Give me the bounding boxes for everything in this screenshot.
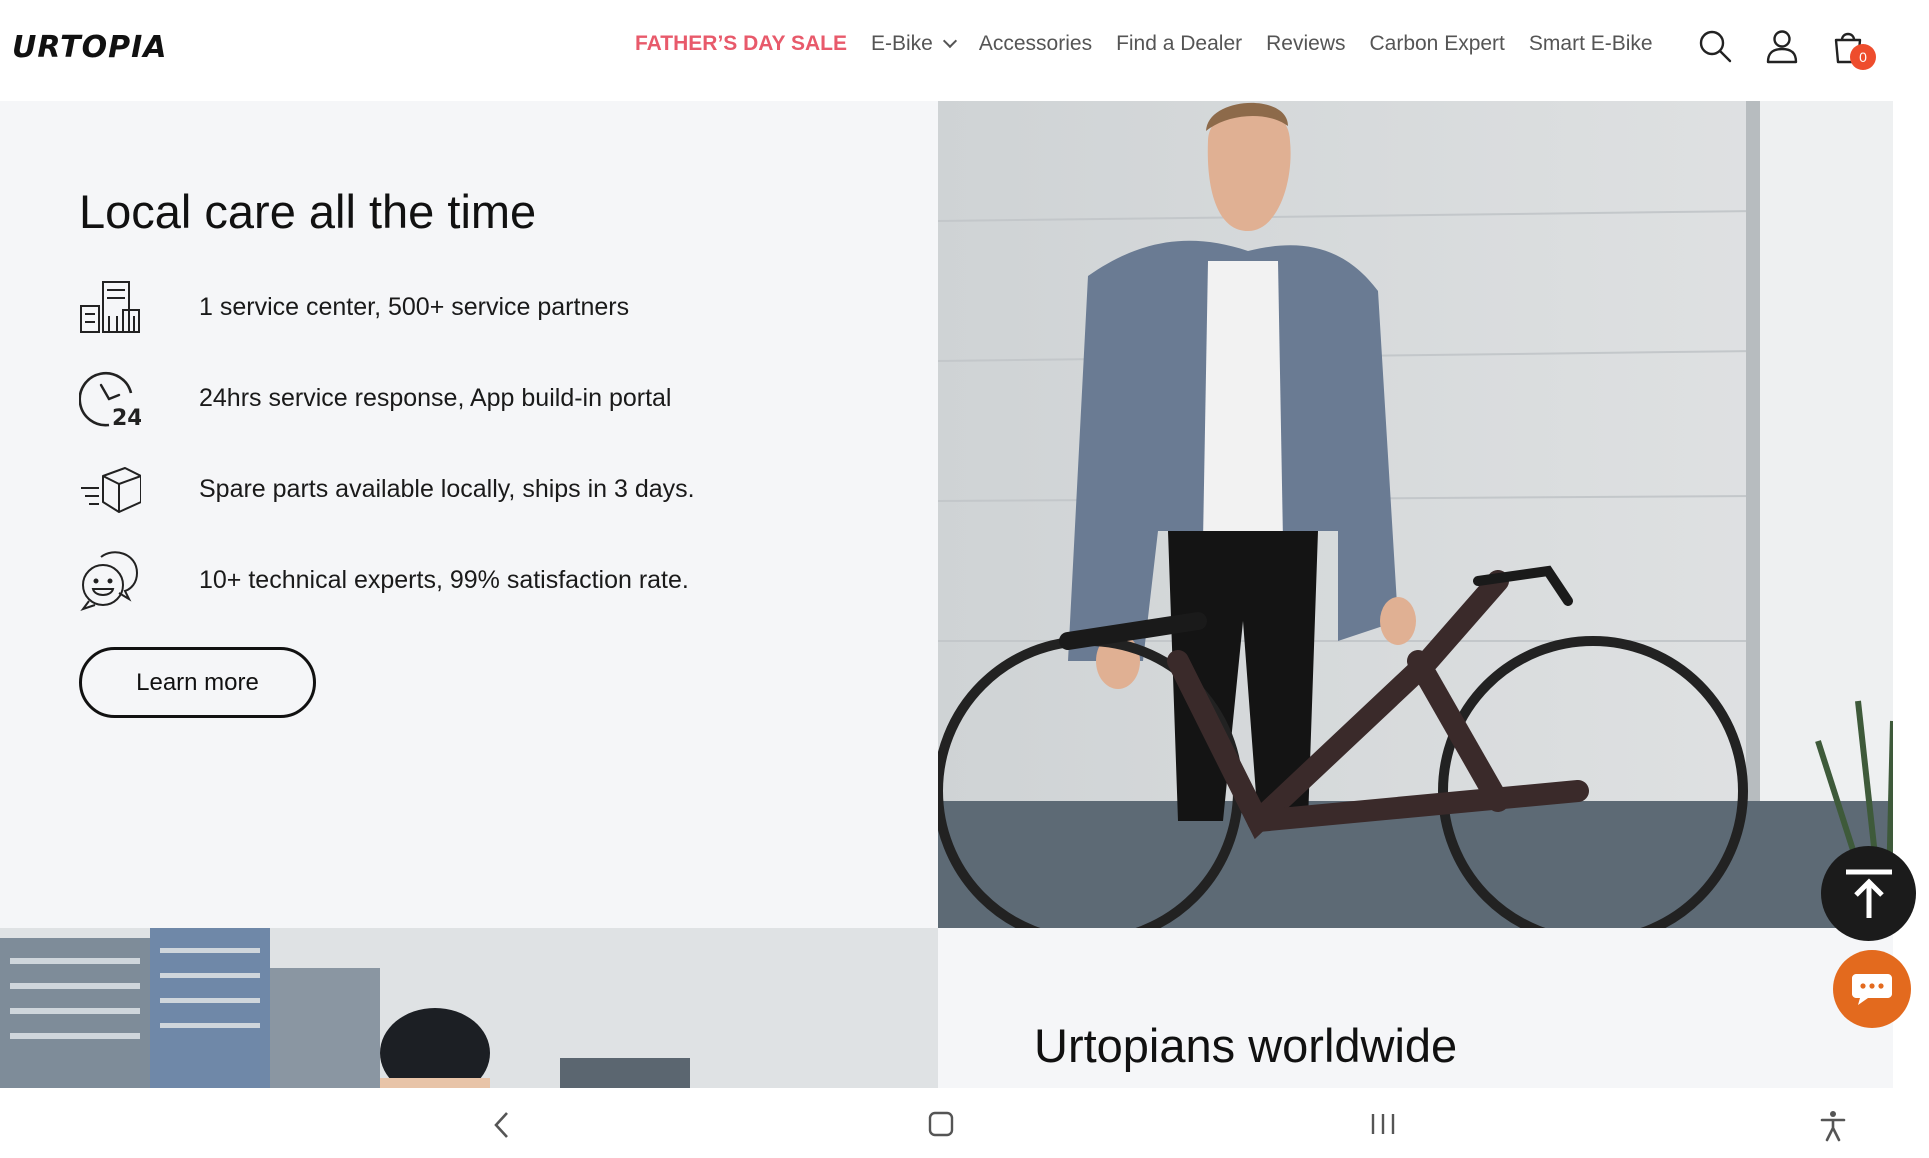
back-icon[interactable] [492,1110,512,1140]
nav-item-e-bike[interactable]: E-Bike [871,32,957,56]
feature-item: 1 service center, 500+ service partners [79,276,629,338]
site-header: URTOPIA FATHER’S DAY SALE E-Bike Accesso… [0,0,1929,101]
home-icon[interactable] [928,1110,954,1138]
feature-text: 10+ technical experts, 99% satisfaction … [199,565,689,594]
nav-item-smart-e-bike[interactable]: Smart E-Bike [1529,32,1653,56]
feature-text: 24hrs service response, App build-in por… [199,383,672,412]
nav-label: FATHER’S DAY SALE [635,32,847,55]
chat-bubble-icon [1852,974,1892,1005]
arrow-to-top-icon [1845,869,1892,918]
feature-text: 1 service center, 500+ service partners [199,292,630,321]
nav-label: Smart E-Bike [1528,32,1653,55]
learn-more-button[interactable]: Learn more [79,647,316,718]
nav-item-carbon-expert[interactable]: Carbon Expert [1369,32,1504,56]
nav-label: Carbon Expert [1369,32,1505,55]
nav-label: Reviews [1266,32,1346,55]
feature-item: 10+ technical experts, 99% satisfaction … [79,549,689,611]
nav-item-find-dealer[interactable]: Find a Dealer [1116,32,1242,56]
clock-24-icon: 24 [79,371,141,429]
accessibility-icon[interactable] [1820,1110,1846,1142]
recents-icon[interactable] [1370,1110,1396,1138]
service-buildings-icon [80,281,140,333]
chat-button[interactable] [1833,950,1911,1028]
city-rider-image [0,928,938,1088]
search-icon[interactable] [1697,28,1733,64]
section-title: Urtopians worldwide [1034,1019,1458,1072]
feature-item: 24 24hrs service response, App build-in … [79,367,672,429]
section-title: Local care all the time [79,185,537,238]
nav-item-fathers-day-sale[interactable]: FATHER’S DAY SALE [635,32,847,56]
main-nav: FATHER’S DAY SALE E-Bike Accessories Fin… [635,32,1677,56]
nav-label: E-Bike [871,32,933,55]
svg-text:24: 24 [112,406,141,429]
account-icon[interactable] [1764,28,1800,64]
nav-label: Accessories [978,32,1093,55]
back-to-top-button[interactable] [1821,846,1916,941]
shipping-box-icon [81,467,141,513]
feature-text: Spare parts available locally, ships in … [199,474,695,503]
hero-image-man-with-ebike [938,101,1893,928]
experts-chat-icon [80,551,139,611]
chevron-down-icon [942,33,957,49]
cart-count-badge: 0 [1850,44,1876,70]
brand-logo[interactable]: URTOPIA [12,30,167,65]
system-nav-bar [0,1088,1929,1158]
nav-item-accessories[interactable]: Accessories [979,32,1092,56]
nav-label: Find a Dealer [1116,32,1243,55]
feature-item: Spare parts available locally, ships in … [79,458,695,520]
nav-item-reviews[interactable]: Reviews [1266,32,1345,56]
